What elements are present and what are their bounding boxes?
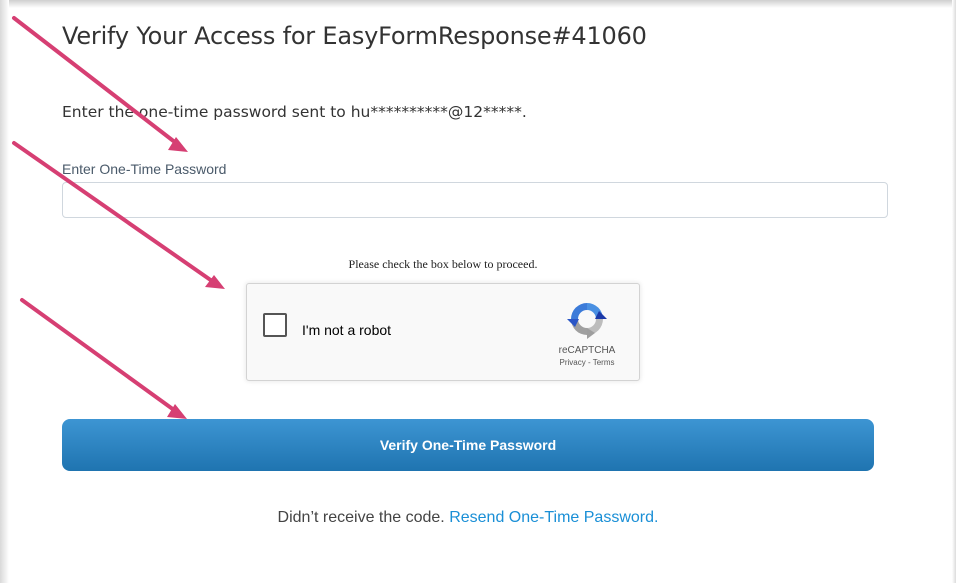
verify-otp-button[interactable]: Verify One-Time Password	[62, 419, 874, 471]
annotation-arrowhead-1	[168, 137, 188, 152]
page-title: Verify Your Access for EasyFormResponse#…	[62, 22, 647, 50]
recaptcha-links-separator: -	[585, 358, 593, 367]
annotation-arrowhead-3	[167, 404, 187, 419]
window-left-shadow	[0, 0, 9, 583]
recaptcha-brand-label: reCAPTCHA	[558, 345, 616, 356]
recaptcha-terms-link[interactable]: Terms	[593, 358, 615, 367]
resend-prefix-text: Didn’t receive the code.	[277, 509, 445, 526]
recaptcha-logo-icon	[567, 303, 607, 339]
annotation-arrow-3	[20, 298, 176, 412]
recaptcha-links: Privacy - Terms	[537, 358, 637, 367]
otp-field-label: Enter One-Time Password	[62, 161, 227, 177]
window-top-shadow	[0, 0, 956, 8]
otp-instruction-text: Enter the one-time password sent to hu**…	[62, 103, 527, 121]
resend-line: Didn’t receive the code. Resend One-Time…	[0, 509, 936, 527]
captcha-prompt-text: Please check the box below to proceed.	[348, 257, 538, 271]
recaptcha-widget: I'm not a robot reCAPTCHA Privacy - Term…	[246, 283, 640, 381]
annotation-arrowhead-2	[205, 275, 225, 289]
recaptcha-checkbox[interactable]	[263, 313, 287, 337]
window-right-shadow	[952, 0, 956, 583]
recaptcha-privacy-link[interactable]: Privacy	[560, 358, 586, 367]
resend-otp-link[interactable]: Resend One-Time Password.	[449, 509, 658, 526]
otp-input[interactable]	[62, 182, 888, 218]
recaptcha-checkbox-label: I'm not a robot	[302, 322, 392, 338]
